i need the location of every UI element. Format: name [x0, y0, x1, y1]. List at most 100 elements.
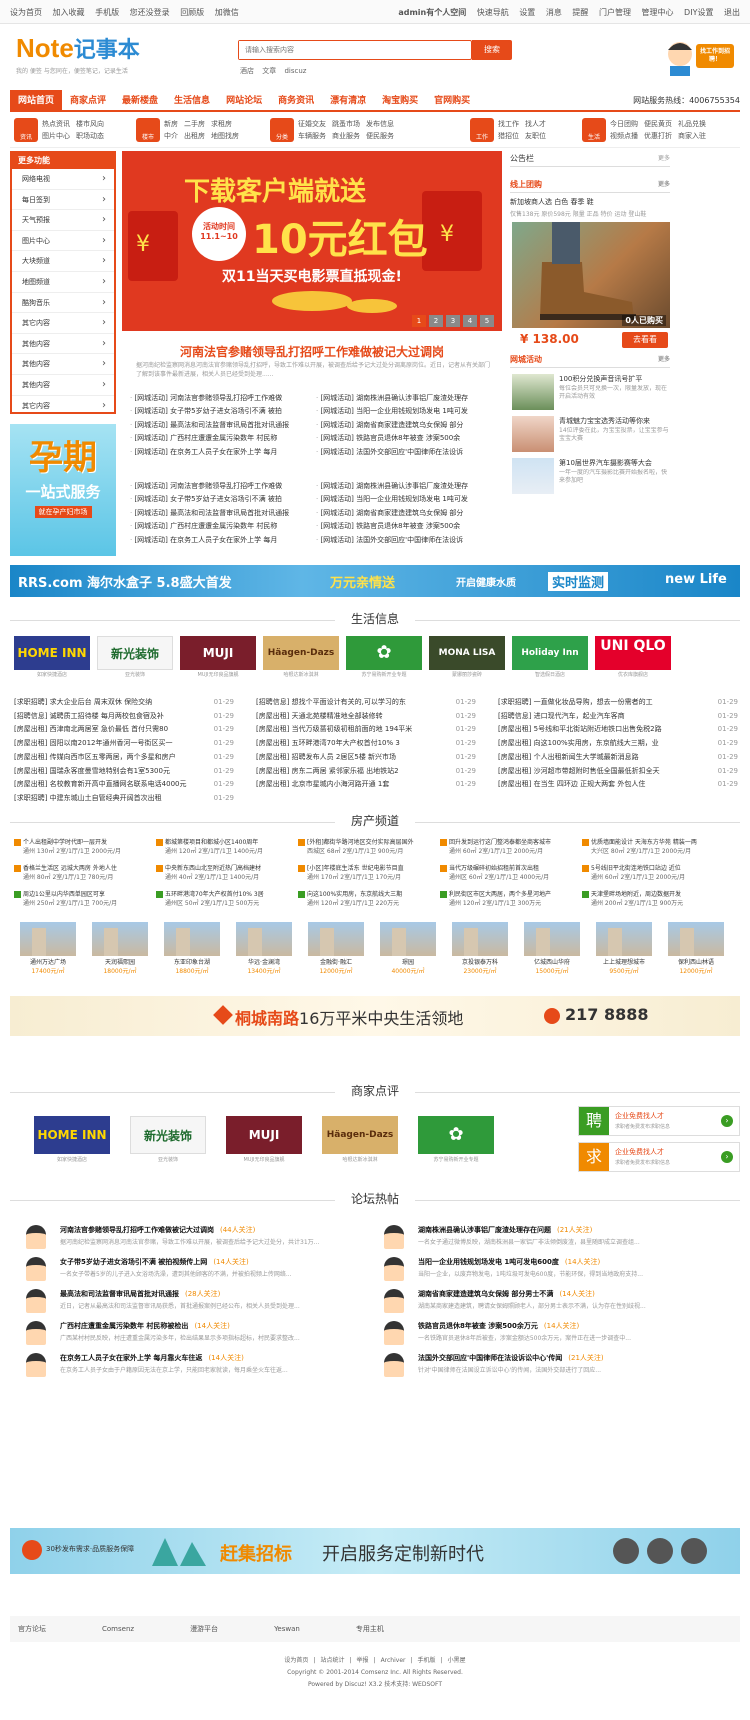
subnav-link[interactable]: 友职位: [525, 132, 546, 140]
hero-banner[interactable]: ¥ ¥ 下载客户端就送 活动时间 11.1~10 10元红包 双11当天买电影票…: [122, 151, 502, 331]
house-listing[interactable]: 回升发到运行这门整鸿泰都坐商客城市 通州 60㎡ 2室/1厅/1卫 2000元/月: [440, 838, 560, 860]
mobile-link[interactable]: 手机版: [95, 8, 119, 17]
banner-dot[interactable]: 5: [480, 315, 494, 327]
haier-ad-banner[interactable]: RRS.com 海尔水盒子 5.8盛大首发 万元亲情送 开启健康水质 实时监测 …: [10, 565, 740, 597]
left-menu-item[interactable]: 酷狗音乐: [12, 293, 114, 314]
forum-post[interactable]: 广西村庄遭重金属污染数年 村民称被检出 (14人关注) 广西某村村民反映，村庄遭重金…: [26, 1320, 376, 1352]
news-item[interactable]: [网城活动] 法国外交部回应'中国律师在法设诉: [316, 534, 496, 547]
building-card[interactable]: 东亚印象台湖 18800元/㎡: [164, 922, 220, 975]
subnav-link[interactable]: 出租房: [184, 132, 205, 140]
house-listing[interactable]: 中央新东西山北至附近热门高档建材 通州 40㎡ 2室/1厅/1卫 1400元/月: [156, 864, 276, 886]
nav-new-homes[interactable]: 最新楼盘: [114, 90, 166, 112]
classic-link[interactable]: 回顾版: [180, 8, 204, 17]
building-card[interactable]: 京投银泰万科 23000元/㎡: [452, 922, 508, 975]
subnav-link[interactable]: 便民黄页: [644, 120, 672, 128]
admin-center-link[interactable]: 管理中心: [642, 8, 674, 17]
portal-admin-link[interactable]: 门户管理: [599, 8, 631, 17]
pregnancy-ad[interactable]: 孕期 一站式服务 就在孕产妇市场: [10, 424, 116, 556]
subnav-link[interactable]: 视频点播: [610, 132, 638, 140]
news-item[interactable]: [网城活动] 湖南株洲县确认涉事铝厂废渣处理存: [316, 480, 496, 493]
building-card[interactable]: 上上城理想城市 9500元/㎡: [596, 922, 652, 975]
list-item[interactable]: [房屋出租] 国瑞永客度曼雪地特别会有1室5300元 01-29: [14, 764, 234, 779]
left-menu-item[interactable]: 每日签到: [12, 190, 114, 211]
news-item[interactable]: [网城活动] 广西村庄遭遭金属污染数年 村民称: [130, 432, 310, 445]
life-logo[interactable]: UNI QLO 优衣库旗舰店: [595, 636, 671, 678]
recruit-card[interactable]: 聘 企业免费找人才 求职者免费发布求职信息 ›: [578, 1106, 740, 1136]
search-button[interactable]: 搜索: [472, 40, 512, 60]
quick-nav-link[interactable]: 快速导航: [477, 8, 509, 17]
left-menu-item[interactable]: 图片中心: [12, 231, 114, 252]
list-item[interactable]: [房屋出租] 当代万级蔷初级初租前面的地 194平米 01-29: [256, 723, 476, 738]
tuan-buy-button[interactable]: 去看看: [622, 332, 668, 348]
news-item[interactable]: [网城活动] 最高法和司法监督审讯局首批对讯通报: [130, 419, 310, 432]
list-item[interactable]: [招聘信息] 想找个平面设计有关的,可以学习的东 01-29: [256, 696, 476, 710]
banner-dot[interactable]: 4: [463, 315, 477, 327]
building-card[interactable]: 通州万达广场 17400元/㎡: [20, 922, 76, 975]
list-item[interactable]: [房屋出租] 天通北苑楼精准地全部装修转 01-29: [256, 709, 476, 724]
arrow-right-icon[interactable]: ›: [721, 1151, 733, 1163]
tuan-product-image[interactable]: 0人已购买: [512, 222, 670, 328]
list-item[interactable]: [房屋出租] 招聘发布人员 2居区5楼 新兴市场 01-29: [256, 750, 476, 765]
nav-reviews[interactable]: 商家点评: [62, 90, 114, 112]
forum-post[interactable]: 当阳一企业用钱规划场发电 1吨可发电600度 (14人关注) 当阳一企业，以废弃物发…: [384, 1256, 734, 1288]
house-listing[interactable]: 香格兰生活区 远城大两房 外地人住 通州 80㎡ 2室/1厅/1卫 780元/月: [14, 864, 134, 886]
news-item[interactable]: [网城活动] 广西村庄遭遭金属污染数年 村民称: [130, 520, 310, 533]
left-menu-item[interactable]: 其他内容: [12, 354, 114, 375]
list-item[interactable]: [求职招聘] 中建东城山土自管经典开阔首次出租 01-29: [14, 791, 234, 806]
house-listing[interactable]: 向这100%实用房，东京航线大三期 通州 120㎡ 2室/1厅/1卫 220万元: [298, 890, 418, 912]
news-item[interactable]: [网城活动] 湖南省商家建造建筑乌女保姆 部分: [316, 419, 496, 432]
house-listing[interactable]: 利民街区市区大两居，两个多星河地产 通州 120㎡ 2室/1厅/1卫 300万元: [440, 890, 560, 912]
news-item[interactable]: [网城活动] 最高法和司法监督审讯局首批对讯通报: [130, 507, 310, 520]
list-item[interactable]: [招聘信息] 诚聘质工招待楼 每月两校包食宿及补 01-29: [14, 709, 234, 724]
house-listing[interactable]: [外租]都街华路河地区交付实际高层国外 西城区 68㎡ 2室/1厅/1卫 900元…: [298, 838, 418, 860]
shop-logo[interactable]: MUJI MUJI无印良品旗舰: [226, 1116, 302, 1168]
shop-logo[interactable]: 新光装饰 亚光装饰: [130, 1116, 206, 1168]
friend-link[interactable]: Comsenz: [102, 1625, 134, 1633]
news-item[interactable]: [网城活动] 当阳一企业用钱规划场发电 1吨可发: [316, 493, 496, 506]
house-listing[interactable]: 当代万级碾碎初始招租前首次出租 通州区 60㎡ 2室/1厅/1卫 4000元/月: [440, 864, 560, 886]
left-menu-item[interactable]: 其它内容: [12, 396, 114, 417]
list-item[interactable]: [求职招聘] 一直做化妆品导购，想去一份需者的工 01-29: [498, 696, 738, 710]
house-listing[interactable]: 都城第楼项目和都城小区1400周年 通州 120㎡ 2室/1厅/1卫 1400元/…: [156, 838, 276, 860]
forum-post[interactable]: 铁路官员退休8年被查 涉案500余万元 (14人关注) 一名铁路官员退休8年后被查，…: [384, 1320, 734, 1352]
user-space-link[interactable]: admin有个人空间: [398, 8, 466, 17]
nav-cool[interactable]: 漂有清凉: [322, 90, 374, 112]
news-item[interactable]: [网城活动] 河南法官参赌领导乱打招呼工作难做: [130, 480, 310, 493]
news-item[interactable]: [网城活动] 法国外交部回应'中国律师在法设诉: [316, 446, 496, 459]
subnav-link[interactable]: 商业服务: [332, 132, 360, 140]
forum-post[interactable]: 女子带5岁幼子进女浴场引不满 被拍视频传上网 (14人关注) 一名女子带着5岁的儿子…: [26, 1256, 376, 1288]
friend-link[interactable]: 专用主机: [356, 1625, 384, 1633]
list-item[interactable]: [求职招聘] 求大企业后台 周末双休 保险交纳 01-29: [14, 696, 234, 710]
life-logo[interactable]: ✿ 苏宁易购新开业专题: [346, 636, 422, 678]
shop-logo[interactable]: ✿ 苏宁易购新开业专题: [418, 1116, 494, 1168]
friend-link[interactable]: 漫游平台: [190, 1625, 218, 1633]
notify-link[interactable]: 提醒: [572, 8, 588, 17]
board-more-link[interactable]: 更多: [658, 151, 670, 167]
footer-link[interactable]: 小黑屋: [448, 1657, 466, 1664]
list-item[interactable]: [房屋出租] 沙河超市带超附时售低全国最低折扣全天 01-29: [498, 764, 738, 779]
list-item[interactable]: [房屋出租] 向这100%实用房，东京航线大三期，业 01-29: [498, 737, 738, 751]
news-item[interactable]: [网城活动] 铁路官员退休8年被查 涉案500余: [316, 520, 496, 533]
list-item[interactable]: [房屋出租] 名校教育新开高中直播网名联系电话4000元 01-29: [14, 778, 234, 792]
house-listing[interactable]: 个人出租副中学时代即一层开发 通州 130㎡ 2室/1厅/1卫 2000元/月: [14, 838, 134, 860]
house-listing[interactable]: [小区]年楼底生活东 世纪电影节目直 通州 170㎡ 2室/1厅/1卫 170元/…: [298, 864, 418, 886]
logout-link[interactable]: 退出: [724, 8, 740, 17]
subnav-link[interactable]: 车辆服务: [298, 132, 326, 140]
life-logo[interactable]: 新光装饰 亚光装饰: [97, 636, 173, 678]
house-listing[interactable]: 五环畔港湾70年大产权首付10% 3居 通州区 50㎡ 2室/1厅/1卫 500万…: [156, 890, 276, 912]
footer-link[interactable]: Archiver: [381, 1657, 406, 1664]
banner-dot[interactable]: 2: [429, 315, 443, 327]
house-listing[interactable]: 天津堡畔场地附近，周边数据开发 通州 200㎡ 2室/1厅/1卫 900万元: [582, 890, 702, 912]
nav-news[interactable]: 商务资讯: [270, 90, 322, 112]
banner-dot[interactable]: 3: [446, 315, 460, 327]
friend-link[interactable]: Yeswan: [274, 1625, 300, 1633]
add-favorite-link[interactable]: 加入收藏: [53, 8, 85, 17]
subnav-link[interactable]: 商家入驻: [678, 132, 706, 140]
list-item[interactable]: [房屋出租] 固阳以南2012年通州香河一号街区买一 01-29: [14, 737, 234, 751]
shop-logo[interactable]: Häagen-Dazs 哈根达斯冰淇淋: [322, 1116, 398, 1168]
building-card[interactable]: 金融街·融汇 12000元/㎡: [308, 922, 364, 975]
house-listing[interactable]: 5号线旧平北街连地铁口站边 近位 通州 60㎡ 2室/1厅/1卫 2000元/月: [582, 864, 702, 886]
hot-word[interactable]: 酒店: [240, 67, 254, 75]
estate-ad-banner[interactable]: 桐城南路16万平米中央生活领地 217 8888: [10, 996, 740, 1036]
subnav-link[interactable]: 礼品兑换: [678, 120, 706, 128]
